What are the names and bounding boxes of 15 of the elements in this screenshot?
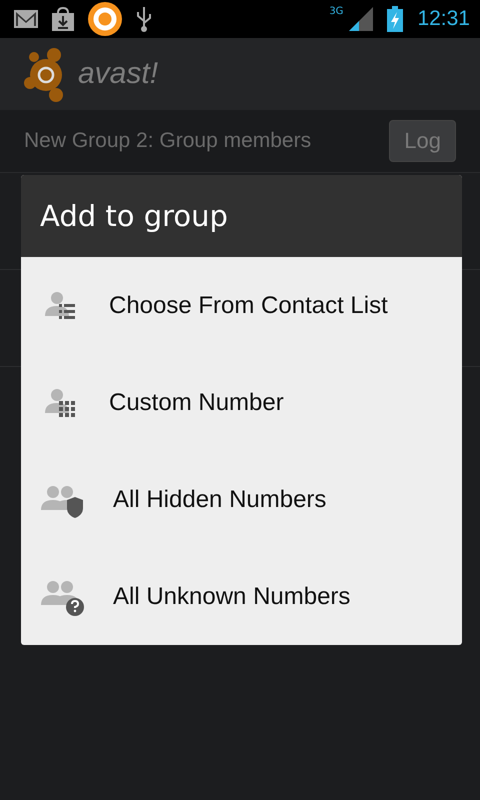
menu-item[interactable]: Custom Number <box>21 354 462 451</box>
clock: 12:31 <box>417 7 470 31</box>
dialog-title: Add to group <box>40 199 228 233</box>
logo-text: avast! <box>78 57 158 91</box>
menu-item[interactable]: All Unknown Numbers <box>21 548 462 645</box>
menu-item[interactable]: Choose From Contact List <box>21 257 462 354</box>
battery-charging-icon <box>387 6 404 32</box>
avast-notification-icon <box>88 2 122 36</box>
signal-icon <box>349 7 374 31</box>
usb-icon <box>136 5 152 33</box>
screen-title: New Group 2: Group members <box>24 129 312 153</box>
menu-item[interactable]: All Hidden Numbers <box>21 451 462 548</box>
network-type: 3G <box>329 6 344 17</box>
download-bag-icon <box>52 7 74 31</box>
mail-icon <box>14 10 38 28</box>
